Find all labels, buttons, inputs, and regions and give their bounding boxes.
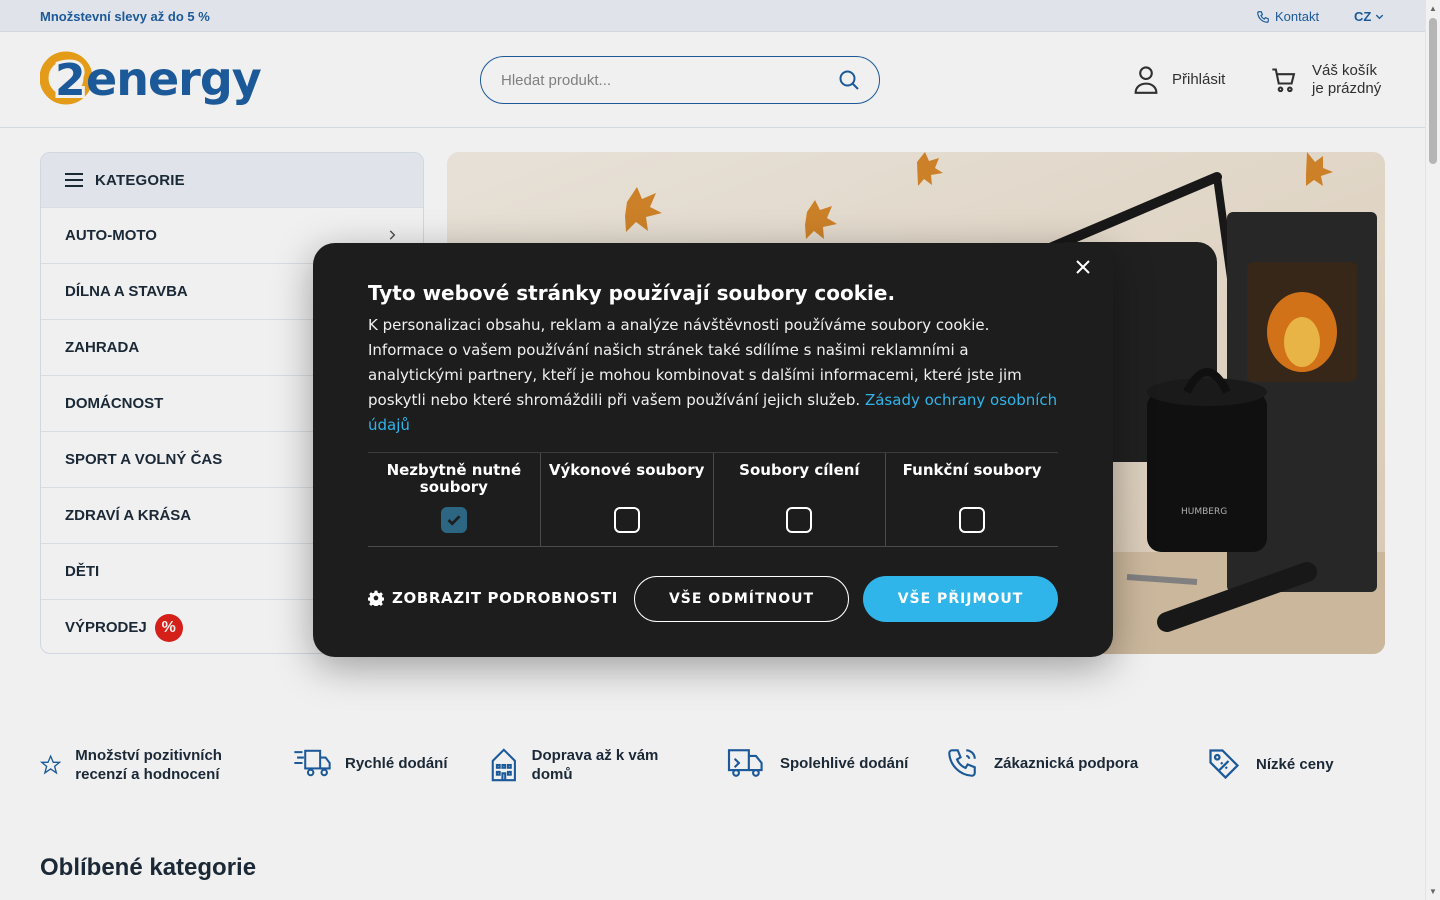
cookie-checkbox-functional[interactable] bbox=[959, 507, 986, 533]
scrollbar-thumb[interactable] bbox=[1429, 18, 1437, 164]
cookie-checkbox-performance[interactable] bbox=[613, 507, 640, 533]
cookie-option-label: Soubory cílení bbox=[739, 461, 860, 479]
scrollbar[interactable]: ▲ ▼ bbox=[1425, 0, 1440, 900]
cookie-option-necessary: Nezbytně nutné soubory bbox=[368, 453, 540, 546]
cookie-option-performance: Výkonové soubory bbox=[539, 453, 713, 546]
cookie-options: Nezbytně nutné soubory Výkonové soubory … bbox=[368, 452, 1058, 547]
cookie-option-label: Funkční soubory bbox=[902, 461, 1042, 479]
checkmark-icon bbox=[447, 515, 461, 526]
show-details-label: ZOBRAZIT PODROBNOSTI bbox=[392, 589, 618, 607]
cookie-option-functional: Funkční soubory bbox=[885, 453, 1058, 546]
cookie-option-targeting: Soubory cílení bbox=[712, 453, 886, 546]
decline-all-button[interactable]: VŠE ODMÍTNOUT bbox=[634, 576, 849, 622]
cookie-checkbox-necessary[interactable] bbox=[440, 507, 467, 533]
accept-all-button[interactable]: VŠE PŘIJMOUT bbox=[863, 576, 1058, 622]
close-icon[interactable] bbox=[1073, 257, 1093, 277]
show-details-button[interactable]: ZOBRAZIT PODROBNOSTI bbox=[368, 589, 618, 607]
cookie-text-block: K personalizaci obsahu, reklam a analýze… bbox=[368, 313, 1068, 438]
cookie-dialog: Tyto webové stránky používají soubory co… bbox=[313, 243, 1113, 657]
cookie-checkbox-targeting[interactable] bbox=[786, 507, 813, 533]
cookie-option-label: Výkonové soubory bbox=[548, 461, 705, 479]
gear-icon bbox=[368, 590, 384, 606]
cookie-title: Tyto webové stránky používají soubory co… bbox=[368, 281, 896, 305]
scroll-down-arrow-icon[interactable]: ▼ bbox=[1429, 887, 1437, 896]
scroll-up-arrow-icon[interactable]: ▲ bbox=[1429, 4, 1437, 13]
cookie-option-label: Nezbytně nutné soubory bbox=[386, 461, 522, 496]
